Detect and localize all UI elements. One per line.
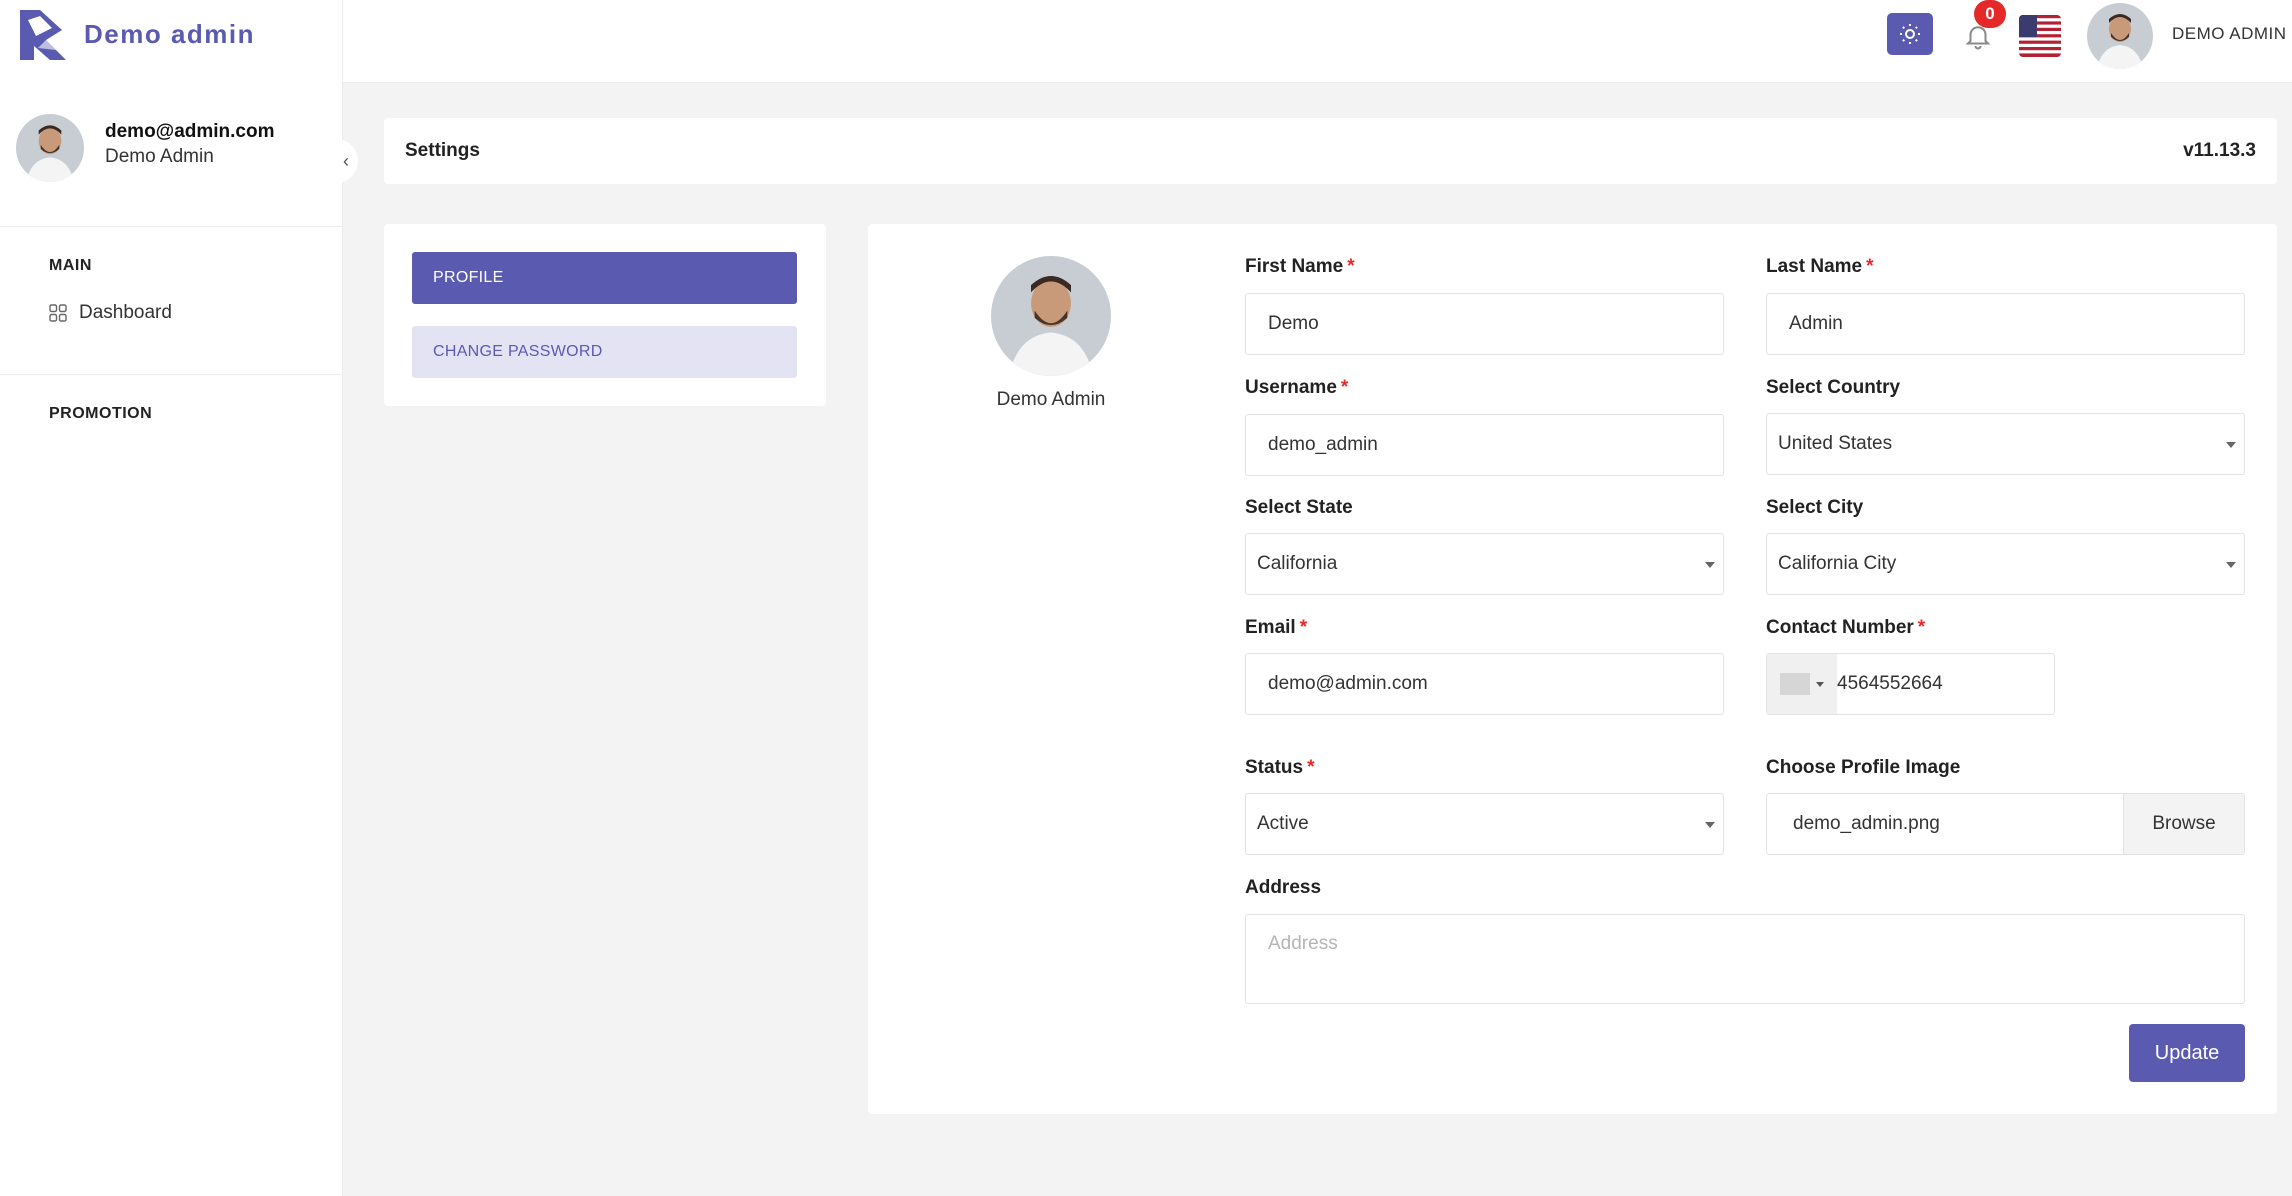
caret-down-icon (2226, 442, 2236, 448)
caret-down-icon (1705, 562, 1715, 568)
city-select[interactable]: California City (1766, 533, 2245, 595)
us-flag-icon (2019, 15, 2061, 57)
theme-toggle-button[interactable] (1887, 13, 1933, 55)
avatar-image (991, 256, 1111, 376)
update-button[interactable]: Update (2129, 1024, 2245, 1082)
country-label: Select Country (1766, 377, 1901, 398)
contact-number-input[interactable] (1835, 654, 2053, 714)
brand-logo[interactable]: Demo admin (16, 6, 255, 62)
sidebar-collapse-button[interactable]: ‹ (334, 139, 358, 183)
first-name-label: First Name * (1245, 256, 1355, 277)
address-textarea[interactable] (1245, 914, 2245, 1004)
avatar-image (2087, 3, 2153, 69)
status-select-value: Active (1257, 813, 1309, 834)
email-label: Email * (1245, 617, 1308, 638)
sidebar-user-email: demo@admin.com (105, 121, 275, 142)
country-select-value: United States (1778, 433, 1893, 454)
country-code-dropdown[interactable] (1767, 654, 1837, 714)
sidebar-section-promotion: PROMOTION (49, 405, 153, 422)
version-label: v11.13.3 (2183, 140, 2256, 161)
sun-icon (1900, 24, 1920, 44)
language-flag-button[interactable] (2019, 15, 2061, 57)
status-select[interactable]: Active (1245, 793, 1724, 855)
status-label: Status * (1245, 757, 1315, 778)
city-select-value: California City (1778, 553, 1897, 574)
file-name: demo_admin.png (1793, 813, 1940, 834)
city-label: Select City (1766, 497, 1864, 518)
sidebar-item-dashboard[interactable]: Dashboard (49, 302, 172, 324)
settings-header-bar: Settings v11.13.3 (384, 118, 2277, 184)
username-input[interactable] (1245, 414, 1724, 476)
sidebar-item-label: Dashboard (79, 302, 172, 323)
caret-down-icon (1705, 822, 1715, 828)
flag-placeholder-icon (1780, 673, 1810, 695)
profile-image-label: Choose Profile Image (1766, 757, 1961, 778)
sidebar-user-name: Demo Admin (105, 146, 214, 167)
tab-change-password[interactable]: CHANGE PASSWORD (412, 326, 797, 378)
email-field[interactable] (1245, 653, 1724, 715)
profile-display-name: Demo Admin (996, 389, 1106, 410)
last-name-input[interactable] (1766, 293, 2245, 355)
profile-image-file-input[interactable]: demo_admin.png Browse (1766, 793, 2245, 855)
logo-icon (20, 10, 66, 60)
username-label: Username * (1245, 377, 1349, 398)
tab-profile[interactable]: PROFILE (412, 252, 797, 304)
header-avatar[interactable] (2087, 3, 2153, 69)
page-title: Settings (405, 140, 480, 161)
header-user-name[interactable]: DEMO ADMIN (2172, 24, 2287, 44)
caret-down-icon (1816, 681, 1824, 687)
state-select-value: California (1257, 553, 1338, 574)
sidebar-user-panel: demo@admin.com Demo Admin (0, 83, 343, 227)
contact-number-field (1766, 653, 2055, 715)
profile-form-card: Demo Admin First Name* Last Name* Userna… (868, 224, 2277, 1114)
notification-count-badge: 0 (1974, 0, 2006, 28)
avatar-image (16, 114, 84, 182)
sidebar-divider (0, 374, 343, 375)
caret-down-icon (2226, 562, 2236, 568)
profile-avatar (991, 256, 1111, 376)
sidebar: demo@admin.com Demo Admin ‹ MAIN Dashboa… (0, 83, 358, 1196)
settings-tabs-card: PROFILE CHANGE PASSWORD (384, 224, 826, 406)
contact-number-label: Contact Number * (1766, 617, 1926, 638)
address-label: Address (1245, 877, 1322, 898)
top-header: Demo admin 0 DEMO ADMIN (0, 0, 2292, 83)
sidebar-avatar (16, 114, 84, 182)
sidebar-section-main: MAIN (49, 257, 92, 274)
state-select[interactable]: California (1245, 533, 1724, 595)
browse-button[interactable]: Browse (2123, 794, 2244, 854)
dashboard-icon (49, 304, 67, 322)
last-name-label: Last Name * (1766, 256, 1874, 277)
country-select[interactable]: United States (1766, 413, 2245, 475)
chevron-left-icon: ‹ (343, 150, 349, 171)
app-title: Demo admin (84, 18, 256, 49)
state-label: Select State (1245, 497, 1353, 518)
first-name-input[interactable] (1245, 293, 1724, 355)
